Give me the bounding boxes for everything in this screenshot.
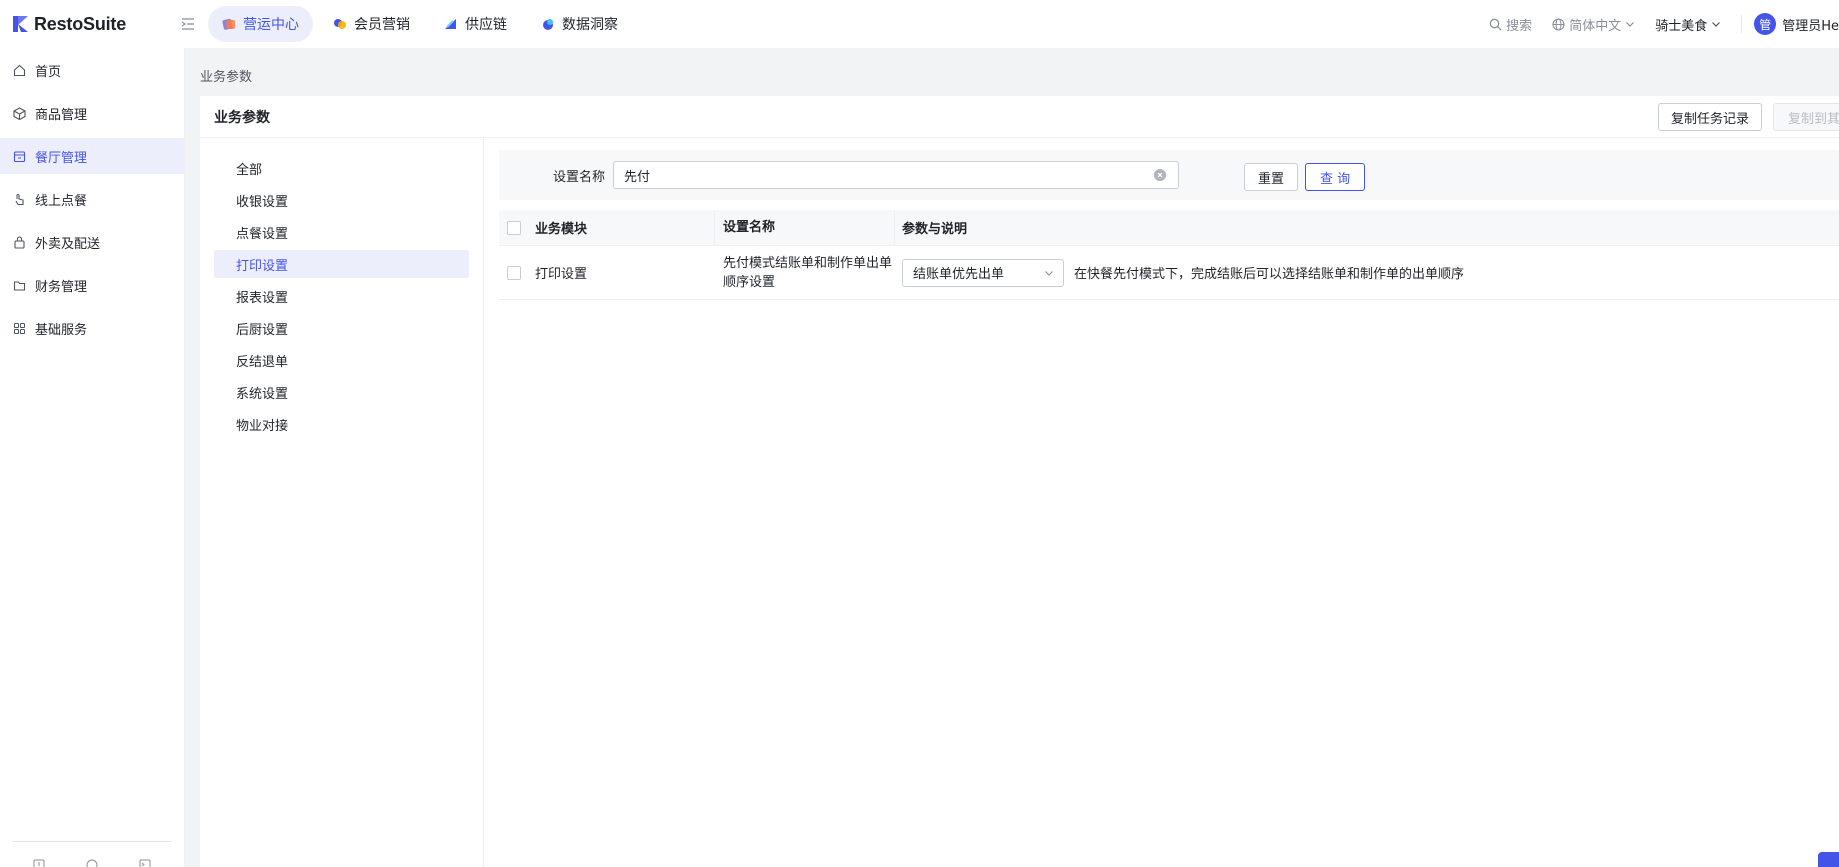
category-list: 全部 收银设置 点餐设置 打印设置 报表设置 后厨设置 反结退单 系统设置 物业…: [200, 139, 484, 867]
sidebar-item-restaurant[interactable]: 餐厅管理: [0, 138, 184, 174]
sidebar-item-label: 外卖及配送: [35, 236, 101, 252]
top-nav-member[interactable]: 会员营销: [319, 6, 424, 42]
logo[interactable]: RestoSuite: [12, 14, 162, 35]
top-nav-supply-chain[interactable]: 供应链: [430, 6, 521, 42]
sidebar-item-label: 首页: [35, 64, 62, 80]
download-icon[interactable]: [33, 859, 45, 867]
print-order-select[interactable]: 结账单优先出单: [902, 258, 1064, 287]
top-bar: RestoSuite 营运中心 会员营销 供应链 数据洞察 搜索 简体中文 骑士…: [0, 0, 1839, 48]
restosuite-logo-icon: [12, 15, 30, 33]
top-nav-label: 数据洞察: [562, 17, 618, 33]
category-item-print[interactable]: 打印设置: [214, 250, 469, 278]
select-all-checkbox[interactable]: [507, 220, 521, 235]
card-header: 业务参数 复制任务记录 复制到其他: [200, 96, 1839, 138]
floating-help-tab[interactable]: [1818, 852, 1839, 867]
chevron-down-icon: [1626, 22, 1635, 27]
sidebar-item-label: 财务管理: [35, 279, 88, 295]
filter-bar: 设置名称 先付: [499, 150, 1839, 200]
clear-icon[interactable]: [1154, 169, 1166, 181]
avatar[interactable]: 管: [1754, 13, 1777, 35]
language-label: 简体中文: [1569, 18, 1622, 34]
table-row: 打印设置 先付模式结账单和制作单出单顺序设置 结账单优先出单 在快餐先付模式下，…: [499, 246, 1839, 300]
supply-chain-icon: [444, 17, 458, 31]
home-icon: [13, 64, 26, 76]
online-order-icon: [15, 193, 24, 205]
product-icon: [13, 106, 26, 120]
finance-icon: [13, 280, 26, 291]
sidebar-item-delivery[interactable]: 外卖及配送: [0, 224, 184, 260]
search-icon: [1489, 18, 1502, 30]
top-right-tools: 搜索 简体中文 骑士美食 管 管理员He: [1489, 0, 1839, 48]
sidebar-footer: [12, 841, 172, 867]
top-nav: 营运中心 会员营销 供应链 数据洞察: [208, 6, 632, 42]
setting-name-value: 先付: [624, 169, 651, 185]
top-nav-label: 营运中心: [243, 17, 299, 33]
global-search[interactable]: 搜索: [1489, 15, 1532, 34]
member-icon: [333, 17, 347, 31]
select-value: 结账单优先出单: [913, 267, 1005, 282]
store-label: 骑士美食: [1655, 18, 1708, 34]
category-item-system[interactable]: 系统设置: [214, 378, 469, 406]
collapse-menu-icon[interactable]: [178, 14, 198, 34]
table-header: 业务模块 设置名称 参数与说明: [499, 210, 1839, 246]
search-label: 搜索: [1506, 18, 1533, 34]
logo-text: RestoSuite: [34, 13, 127, 34]
category-item-property[interactable]: 物业对接: [214, 410, 469, 438]
column-header-module: 业务模块: [535, 210, 715, 245]
top-nav-operations[interactable]: 营运中心: [208, 6, 313, 42]
cell-description: 在快餐先付模式下，完成结账后可以选择结账单和制作单的出单顺序: [1074, 267, 1465, 282]
help-icon[interactable]: [86, 859, 98, 867]
sidebar-item-finance[interactable]: 财务管理: [0, 267, 184, 303]
page-title: 业务参数: [214, 109, 270, 126]
chevron-down-icon: [1712, 22, 1721, 27]
sidebar-item-label: 商品管理: [35, 107, 88, 123]
filter-label: 设置名称: [552, 169, 605, 185]
column-header-param: 参数与说明: [902, 222, 968, 237]
cell-param: 结账单优先出单 在快餐先付模式下，完成结账后可以选择结账单和制作单的出单顺序: [895, 258, 1839, 287]
category-item-ordering[interactable]: 点餐设置: [214, 218, 469, 246]
store-switcher[interactable]: 骑士美食: [1655, 15, 1721, 34]
cell-module: 打印设置: [535, 267, 588, 282]
top-nav-label: 供应链: [465, 17, 507, 33]
sidebar-item-products[interactable]: 商品管理: [0, 95, 184, 131]
settings-panel: 设置名称 先付 业务模块 设置名称 参数与说明 打印设置 先付模式结账单和制作单…: [485, 139, 1839, 867]
sidebar-item-label: 基础服务: [35, 322, 88, 338]
sidebar-item-home[interactable]: 首页: [0, 52, 184, 88]
sidebar-item-online-order[interactable]: 线上点餐: [0, 181, 184, 217]
data-icon: [541, 17, 555, 31]
sidebar-item-basic-services[interactable]: 基础服务: [0, 310, 184, 346]
copy-task-record-button[interactable]: 复制任务记录: [1658, 103, 1762, 131]
top-nav-label: 会员营销: [354, 17, 410, 33]
category-item-all[interactable]: 全部: [214, 154, 469, 182]
sidebar-item-label: 线上点餐: [35, 193, 88, 209]
copy-to-other-button[interactable]: 复制到其他: [1773, 103, 1839, 131]
delivery-icon: [14, 235, 25, 249]
language-switcher[interactable]: 简体中文: [1552, 15, 1635, 34]
terminal-icon[interactable]: [139, 859, 151, 867]
user-name[interactable]: 管理员He: [1782, 15, 1839, 34]
cell-setting-name: 先付模式结账单和制作单出单顺序设置: [723, 255, 893, 290]
category-item-refund[interactable]: 反结退单: [214, 346, 469, 374]
column-header-name: 设置名称: [715, 210, 895, 245]
reset-button[interactable]: 重置: [1244, 163, 1298, 191]
settings-table: 业务模块 设置名称 参数与说明 打印设置 先付模式结账单和制作单出单顺序设置 结…: [499, 210, 1839, 300]
setting-name-input[interactable]: 先付: [613, 161, 1179, 189]
main-card: 业务参数 复制任务记录 复制到其他 全部 收银设置 点餐设置 打印设置 报表设置…: [200, 96, 1839, 867]
grid-icon: [14, 322, 25, 334]
chevron-down-icon: [1045, 270, 1053, 276]
globe-icon: [1552, 17, 1565, 31]
store-icon: [13, 150, 26, 162]
query-button[interactable]: 查 询: [1305, 163, 1365, 191]
category-item-kitchen[interactable]: 后厨设置: [214, 314, 469, 342]
divider: [1741, 15, 1743, 33]
sidebar: 首页 商品管理 餐厅管理 线上点餐 外卖及配送 财务管理 基础服务: [0, 48, 185, 867]
operations-icon: [222, 17, 236, 31]
breadcrumb: 业务参数: [200, 70, 253, 85]
top-nav-data[interactable]: 数据洞察: [527, 6, 632, 42]
category-item-report[interactable]: 报表设置: [214, 282, 469, 310]
category-item-cashier[interactable]: 收银设置: [214, 186, 469, 214]
row-checkbox[interactable]: [507, 265, 521, 280]
sidebar-item-label: 餐厅管理: [35, 150, 88, 166]
